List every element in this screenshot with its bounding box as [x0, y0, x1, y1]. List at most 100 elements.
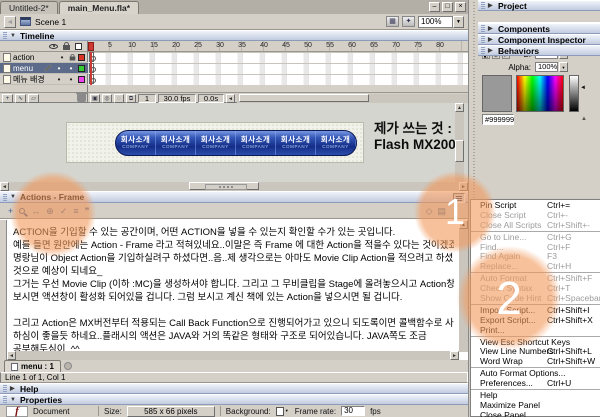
color-spectrum-picker[interactable]	[516, 75, 564, 112]
pin-script-icon[interactable]	[64, 362, 72, 370]
scroll-right-icon[interactable]: ►	[459, 182, 468, 191]
edit-multiple-frames-icon[interactable]: ⧉	[126, 94, 136, 103]
context-menu-item[interactable]: Word Wrap Ctrl+Shift+W	[471, 357, 600, 368]
background-color-swatch[interactable]: ▼	[276, 407, 290, 416]
script-pane-splitter[interactable]	[0, 220, 7, 361]
zoom-control[interactable]: 100% ▼	[418, 16, 464, 28]
debug-options-icon[interactable]: ◇	[426, 204, 433, 218]
edit-symbols-icon[interactable]: ✦	[402, 16, 415, 27]
onion-skin-icon[interactable]: ◎	[102, 94, 112, 103]
framerate-input[interactable]: 30	[341, 406, 365, 416]
collapsed-panel-header[interactable]: ▶ Component Inspector	[478, 34, 600, 45]
script-horizontal-scrollbar[interactable]: ◄ ►	[7, 351, 459, 360]
layer-locked-icon[interactable]	[70, 57, 76, 61]
playhead[interactable]	[88, 42, 94, 51]
check-syntax-icon[interactable]: ✓	[60, 204, 68, 218]
channel-stepper-icon[interactable]: ▼	[559, 62, 568, 72]
scroll-up-icon[interactable]: ▲	[455, 103, 464, 112]
nav-button[interactable]: 회사소개 COMPANY	[316, 131, 356, 155]
context-menu-item[interactable]: Print...	[471, 326, 600, 337]
layer-outline-color[interactable]	[78, 76, 85, 83]
close-button[interactable]: ×	[455, 2, 466, 12]
actions-panel-header[interactable]: ▼ Actions - Frame	[0, 191, 468, 203]
properties-panel-header[interactable]: ▼ Properties	[0, 394, 468, 405]
show-code-hint-icon[interactable]: ❞	[85, 204, 90, 218]
document-tab[interactable]: main_Menu.fla*	[59, 1, 139, 14]
timeline-layer-row[interactable]: 메뉴 배경 • •	[0, 74, 88, 85]
context-menu-item[interactable]: Show Code Hint Ctrl+Spacebar	[471, 294, 600, 305]
timeline-layer-row[interactable]: action •	[0, 52, 88, 63]
insert-target-path-icon[interactable]: ⊕	[46, 204, 54, 218]
project-panel-header[interactable]: ▶ Project	[478, 0, 600, 11]
hex-color-input[interactable]: #999999	[482, 114, 514, 125]
center-frame-icon[interactable]: ▣	[90, 94, 100, 103]
frame-grid[interactable]	[88, 52, 468, 85]
panel-splitter-handle[interactable]	[205, 184, 247, 190]
scrollbar-thumb[interactable]	[239, 94, 369, 102]
scroll-right-icon[interactable]: ►	[450, 351, 459, 360]
restore-button[interactable]: □	[442, 2, 453, 12]
document-size-button[interactable]: 585 x 66 pixels	[127, 406, 215, 417]
scroll-left-icon[interactable]: ◄	[0, 182, 9, 191]
layer-lock-dot[interactable]: •	[66, 75, 76, 84]
outline-icon[interactable]	[75, 43, 82, 50]
panel-options-menu-icon[interactable]	[453, 193, 465, 203]
script-pane[interactable]: ACTION을 기입할 수 있는 공간이며, 어떤 ACTION을 넣을 수 있…	[0, 219, 468, 360]
context-menu-item[interactable]: Close All Scripts Ctrl+Shift+-	[471, 221, 600, 232]
edit-scene-icon[interactable]: ▦	[386, 16, 399, 27]
onion-outline-icon[interactable]: ◌	[114, 94, 124, 103]
nav-button[interactable]: 회사소개 COMPANY	[116, 131, 156, 155]
nav-button[interactable]: 회사소개 COMPANY	[276, 131, 316, 155]
view-options-icon[interactable]: ▤	[437, 204, 446, 218]
scroll-up-icon[interactable]: ▲	[459, 220, 468, 229]
context-menu-item[interactable]: Preferences... Ctrl+U	[471, 379, 600, 390]
scrollbar-thumb[interactable]	[455, 140, 464, 162]
scroll-left-icon[interactable]: ◄	[226, 94, 235, 103]
collapse-panel-icon[interactable]: ▲	[581, 116, 587, 122]
script-tab[interactable]: menu : 1	[4, 360, 61, 372]
context-menu-item[interactable]: Close Panel	[471, 411, 600, 417]
lock-icon[interactable]	[63, 45, 70, 50]
back-icon[interactable]: ◄	[4, 16, 16, 28]
layer-visible-dot[interactable]: •	[57, 53, 67, 62]
script-vertical-scrollbar[interactable]: ▲	[459, 220, 468, 352]
minimize-button[interactable]: –	[429, 2, 440, 12]
collapsed-panel-header[interactable]: ▶ Components	[478, 23, 600, 34]
nav-button[interactable]: 회사소개 COMPANY	[156, 131, 196, 155]
auto-format-icon[interactable]: ≡	[73, 204, 78, 218]
zoom-value[interactable]: 100%	[418, 16, 453, 28]
timeline-panel-header[interactable]: ▼ Timeline	[0, 30, 468, 41]
layer-outline-color[interactable]	[78, 54, 85, 61]
frame-ruler[interactable]: 5101520253035404550556065707580	[88, 41, 468, 52]
frame-rate[interactable]: 30.0 fps	[158, 94, 196, 103]
find-icon[interactable]	[19, 208, 25, 214]
motion-guide-icon[interactable]: ∿	[15, 94, 26, 103]
nav-button[interactable]: 회사소개 COMPANY	[196, 131, 236, 155]
stage-canvas[interactable]: 회사소개 COMPANY 회사소개 COMPANY 회사소개 COMPANY 회…	[66, 122, 364, 163]
collapsed-panel-header[interactable]: ▶ Behaviors	[478, 45, 600, 56]
insert-layer-icon[interactable]: +	[2, 94, 13, 103]
show-hide-icon[interactable]	[49, 44, 58, 49]
document-tab[interactable]: Untitled-2*	[0, 1, 58, 14]
layer-visible-dot[interactable]: •	[54, 64, 64, 73]
brightness-slider[interactable]	[569, 75, 579, 112]
zoom-dropdown-icon[interactable]: ▼	[453, 16, 464, 28]
layer-lock-dot[interactable]: •	[66, 64, 76, 73]
brightness-marker-icon[interactable]: ◄	[580, 85, 586, 91]
replace-icon[interactable]: ↔	[31, 204, 40, 218]
timeline-layer-row[interactable]: menu • •	[0, 63, 88, 74]
timeline-scrollbar[interactable]	[237, 94, 468, 103]
script-text[interactable]: ACTION을 기입할 수 있는 공간이며, 어떤 ACTION을 넣을 수 있…	[13, 226, 454, 356]
delete-layer-icon[interactable]	[77, 94, 86, 102]
layer-outline-color[interactable]	[78, 65, 85, 72]
context-menu-item[interactable]: Replace... Ctrl+H	[471, 262, 600, 273]
nav-button[interactable]: 회사소개 COMPANY	[236, 131, 276, 155]
stage-vertical-scrollbar[interactable]: ▲	[455, 103, 464, 182]
add-script-icon[interactable]: +	[8, 204, 13, 218]
channel-input[interactable]: 100%	[535, 62, 558, 72]
scroll-left-icon[interactable]: ◄	[7, 351, 16, 360]
stage-pasteboard[interactable]: 회사소개 COMPANY 회사소개 COMPANY 회사소개 COMPANY 회…	[0, 103, 468, 182]
layer-visible-dot[interactable]: •	[54, 75, 64, 84]
layer-folder-icon[interactable]: ▱	[28, 94, 39, 103]
help-panel-header[interactable]: ▶ Help	[0, 383, 468, 394]
